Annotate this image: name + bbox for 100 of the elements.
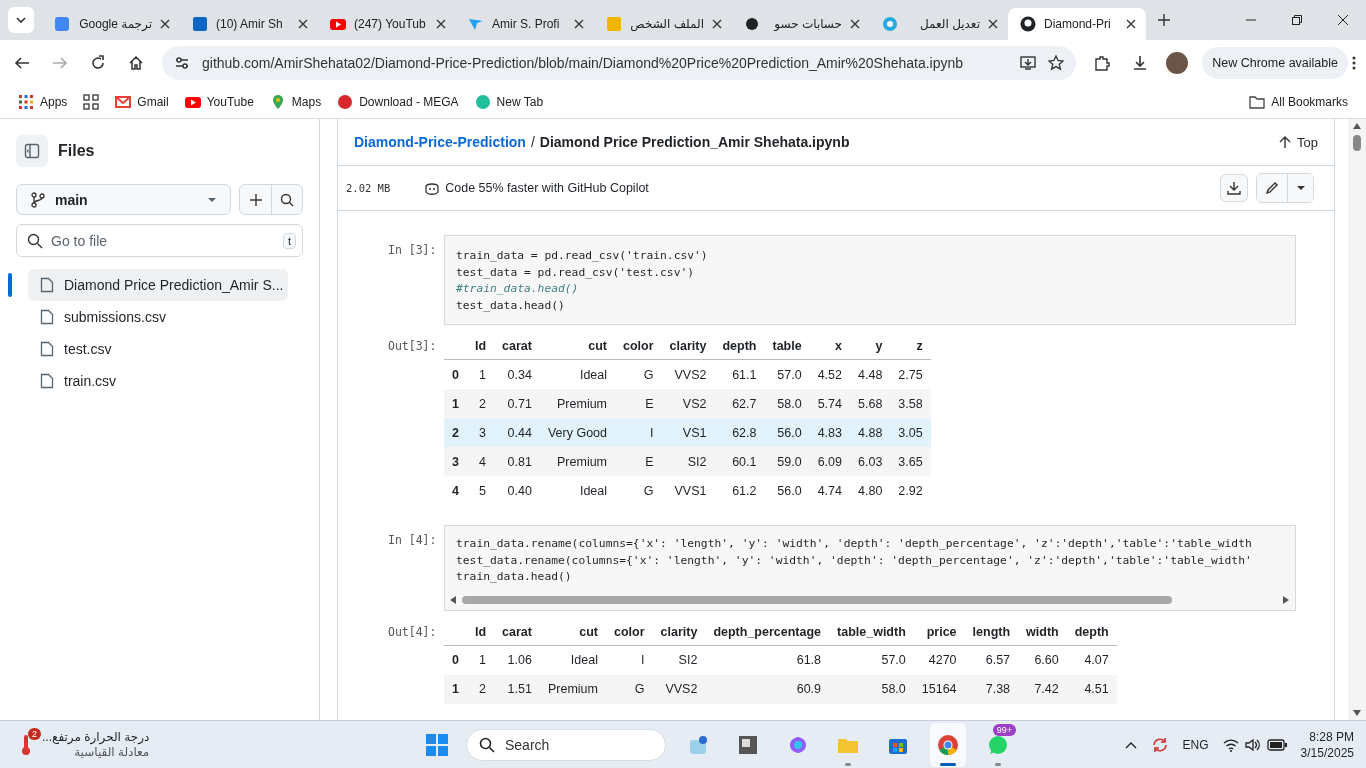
- close-icon[interactable]: [1337, 14, 1349, 26]
- row-index: 0: [444, 645, 467, 675]
- table-cell: 7.38: [964, 674, 1019, 704]
- table-cell: E: [615, 447, 662, 476]
- chevron-up-icon[interactable]: [1124, 740, 1137, 749]
- scroll-right-icon[interactable]: [1283, 595, 1289, 604]
- table-cell: Premium: [539, 674, 606, 704]
- wifi-icon[interactable]: [1222, 737, 1239, 752]
- table-cell: VVS1: [661, 476, 715, 505]
- address-bar[interactable]: github.com/AmirShehata02/Diamond-Price-Prediction/blob/main/Diamond%20Price%20Prediction_Amir%20Shehata.ipynb: [162, 45, 1077, 80]
- browser-tab[interactable]: الملف الشخص: [594, 8, 732, 40]
- table-cell: 2.75: [890, 359, 931, 389]
- file-item[interactable]: submissions.csv: [28, 301, 288, 333]
- close-icon[interactable]: [850, 19, 860, 29]
- battery-icon[interactable]: [1266, 738, 1287, 751]
- edit-button[interactable]: [1257, 174, 1287, 202]
- row-index: 1: [444, 674, 467, 704]
- bookmark[interactable]: Download - MEGA: [337, 93, 459, 110]
- table-cell: 15164: [913, 674, 965, 704]
- scroll-up-icon[interactable]: [1353, 123, 1361, 129]
- file-item[interactable]: Diamond Price Prediction_Amir S...: [28, 269, 288, 301]
- url-text: github.com/AmirShehata02/Diamond-Price-Prediction/blob/main/Diamond%20Price%20Prediction_Amir%20Shehata.ipynb: [202, 54, 965, 71]
- browser-tab[interactable]: Diamond-Pri: [1008, 8, 1146, 40]
- browser-tab[interactable]: تعديل العمل: [870, 8, 1008, 40]
- kebab-menu-icon[interactable]: [1352, 54, 1356, 71]
- grid-icon[interactable]: [83, 93, 100, 110]
- go-to-file-field[interactable]: Go to file: [51, 232, 275, 249]
- close-icon[interactable]: [712, 19, 722, 29]
- bookmark[interactable]: New Tab: [474, 93, 544, 110]
- bookmark-folder[interactable]: All Bookmarks: [1249, 93, 1348, 110]
- clock[interactable]: 8:28 PM 3/15/2025: [1300, 728, 1354, 761]
- file-icon: [40, 341, 54, 357]
- search-box[interactable]: Go to file t: [16, 224, 303, 257]
- download-button[interactable]: [1220, 174, 1248, 202]
- table-cell: 2: [466, 389, 495, 418]
- top-link[interactable]: Top: [1279, 134, 1318, 150]
- install-icon[interactable]: [1020, 54, 1037, 71]
- browser-tab[interactable]: (247) YouTub: [318, 8, 456, 40]
- cell-prompt: Out[3]:: [388, 338, 438, 353]
- column-header: length: [964, 618, 1019, 645]
- close-icon[interactable]: [160, 19, 170, 29]
- star-icon[interactable]: [1048, 54, 1065, 71]
- code-line: train_data = pd.read_csv('train.csv'): [456, 248, 709, 264]
- bookmark[interactable]: YouTube: [184, 93, 254, 110]
- taskbar-app[interactable]: 99+: [980, 722, 1016, 767]
- browser-tab[interactable]: ترجمة Google: [42, 8, 180, 40]
- bird-icon: [468, 16, 484, 32]
- language-indicator[interactable]: ENG: [1182, 737, 1209, 752]
- browser-tab[interactable]: Amir S. Profi: [456, 8, 594, 40]
- running-indicator: [845, 762, 851, 766]
- code-line: #train_data.head(): [456, 281, 580, 297]
- bookmark[interactable]: Apps: [18, 93, 68, 110]
- table-cell: 6.09: [809, 447, 850, 476]
- running-indicator: [995, 762, 1001, 766]
- close-icon[interactable]: [574, 19, 584, 29]
- chat-bubble-icon: [987, 733, 1009, 756]
- browser-tab[interactable]: (10) Amir Sh: [180, 8, 318, 40]
- collapse-panel-button[interactable]: [16, 135, 48, 167]
- folder-icon: [1249, 93, 1266, 110]
- maximize-icon[interactable]: [1291, 14, 1303, 26]
- windows-logo-icon[interactable]: [426, 733, 448, 756]
- bookmark[interactable]: Maps: [269, 93, 322, 110]
- window-icon: [737, 733, 759, 756]
- taskbar-search[interactable]: Search: [466, 728, 666, 761]
- table-cell: 61.2: [714, 476, 765, 505]
- file-item[interactable]: train.csv: [28, 365, 288, 397]
- speaker-icon[interactable]: [1244, 737, 1261, 752]
- taskbar-app[interactable]: [930, 722, 966, 767]
- table-cell: I: [615, 418, 662, 447]
- table-cell: 2.92: [890, 476, 931, 505]
- tab-title: تعديل العمل: [919, 17, 980, 31]
- file-icon: [40, 277, 54, 293]
- repo-link[interactable]: Diamond-Price-Prediction: [354, 134, 526, 150]
- close-icon[interactable]: [988, 19, 998, 29]
- sliders-icon[interactable]: [174, 54, 190, 71]
- close-icon[interactable]: [298, 19, 308, 29]
- browser-logo-icon: [937, 733, 959, 756]
- scroll-down-icon[interactable]: [1353, 710, 1361, 716]
- file-item[interactable]: test.csv: [28, 333, 288, 365]
- close-icon[interactable]: [1126, 19, 1136, 29]
- plus-icon: [1158, 14, 1170, 26]
- table-cell: VS1: [661, 418, 715, 447]
- sync-icon[interactable]: [1150, 735, 1169, 754]
- browser-tab[interactable]: حسابات حسو: [732, 8, 870, 40]
- close-icon[interactable]: [436, 19, 446, 29]
- branch-dropdown[interactable]: main: [16, 184, 231, 215]
- table-cell: VVS2: [652, 674, 706, 704]
- tab-list-button[interactable]: [8, 7, 34, 33]
- avatar[interactable]: [1166, 51, 1189, 74]
- column-header: y: [850, 333, 891, 360]
- bookmark[interactable]: Gmail: [115, 93, 169, 110]
- search-icon: [27, 232, 43, 249]
- tab-title: Diamond-Pri: [1044, 17, 1112, 31]
- update-button[interactable]: New Chrome available: [1202, 46, 1348, 79]
- scroll-left-icon[interactable]: [450, 595, 456, 604]
- notification-badge: 2: [28, 727, 41, 740]
- copilot-link[interactable]: Code 55% faster with GitHub Copilot: [424, 181, 649, 195]
- code-line: train_data.head(): [456, 569, 573, 585]
- copilot-icon: [424, 181, 441, 195]
- tab-title: Amir S. Profi: [492, 17, 561, 31]
